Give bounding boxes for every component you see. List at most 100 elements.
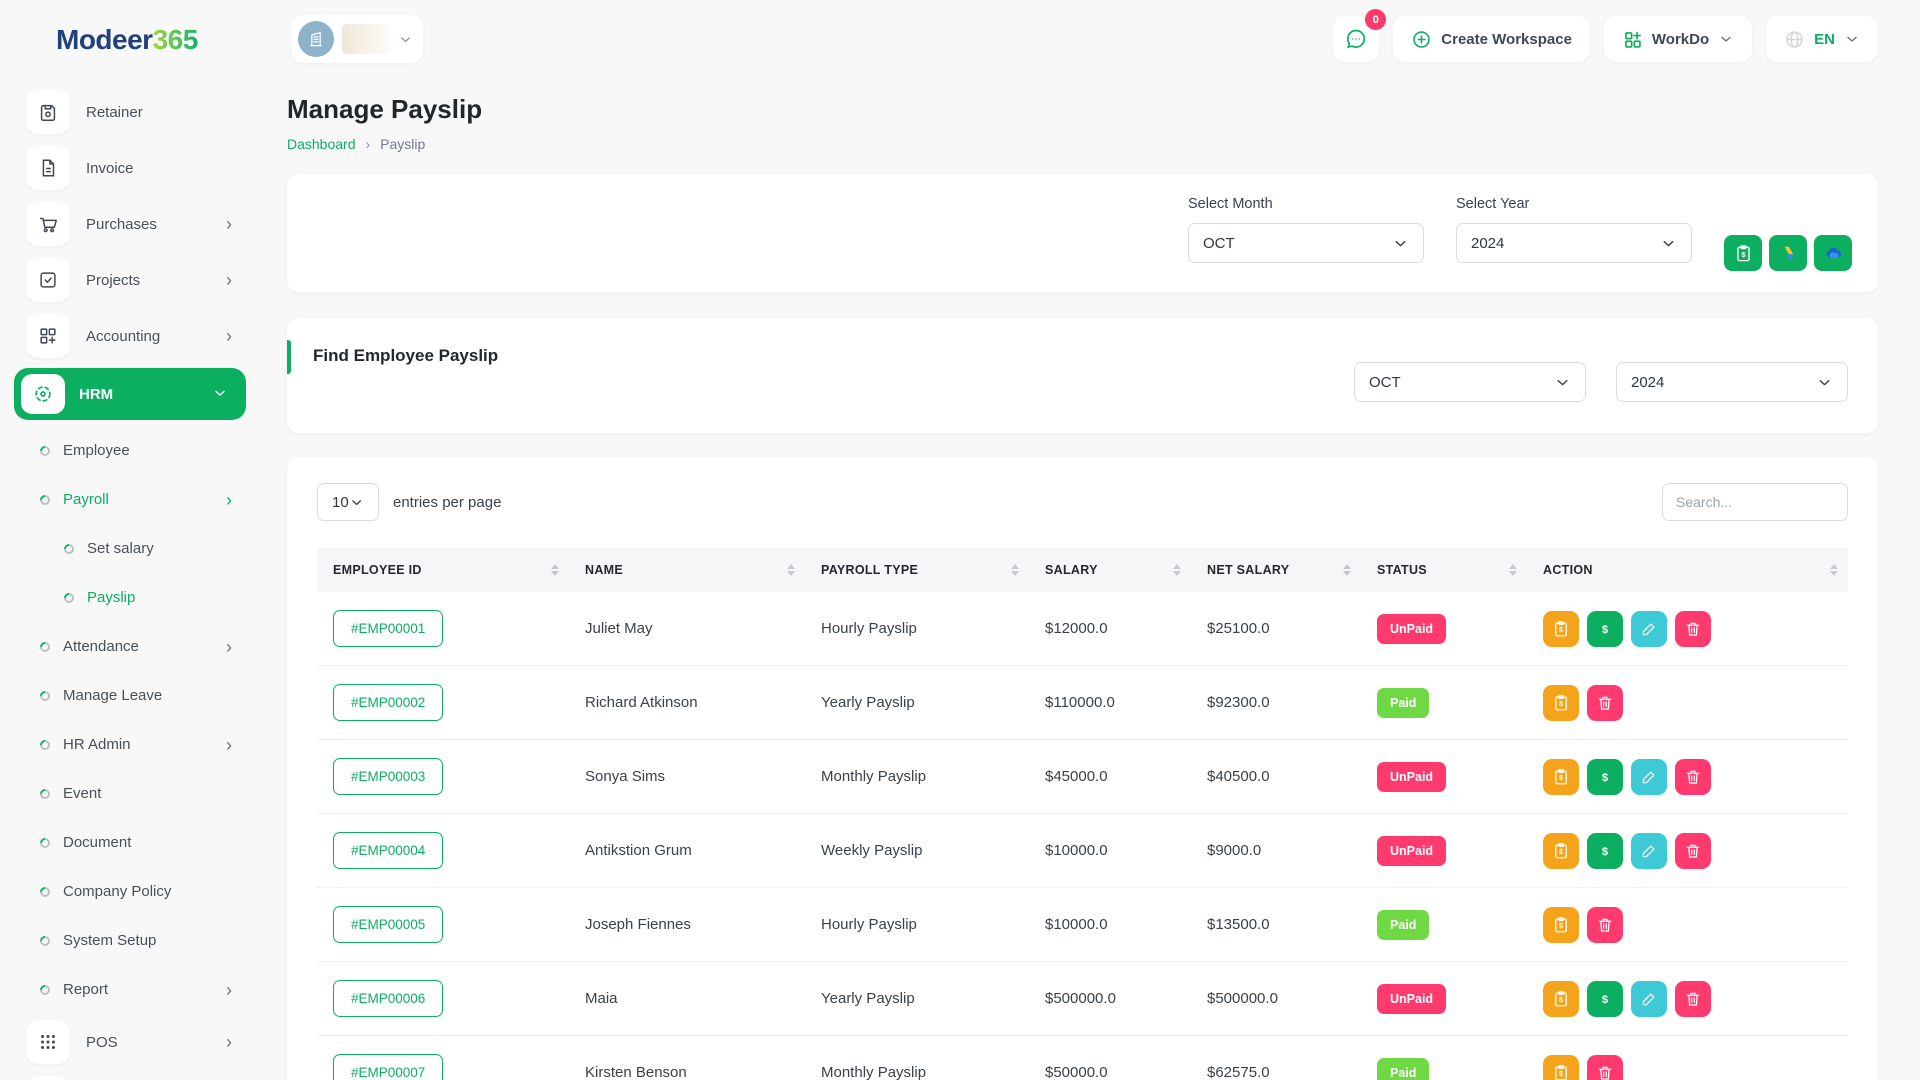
sidebar-item-label: Invoice [86, 160, 236, 177]
entries-per-page-select[interactable]: 10 [317, 483, 379, 521]
select-month-group: Select Month OCT [1188, 196, 1424, 263]
column-header-action[interactable]: ACTION [1527, 548, 1848, 592]
chevron-right-icon: › [226, 981, 236, 999]
payment-button[interactable] [1587, 759, 1623, 795]
employee-id-button[interactable]: #EMP00006 [333, 980, 443, 1017]
sidebar-item-event[interactable]: Event [14, 769, 246, 818]
find-year-value: 2024 [1631, 374, 1664, 391]
payment-button[interactable] [1587, 981, 1623, 1017]
delete-button[interactable] [1675, 759, 1711, 795]
search-input[interactable] [1662, 483, 1848, 521]
onedrive-export-button[interactable] [1814, 235, 1852, 271]
sidebar-item-projects[interactable]: Projects › [14, 252, 246, 308]
employee-id-button[interactable]: #EMP00004 [333, 832, 443, 869]
column-header-payroll-type[interactable]: PAYROLL TYPE [805, 548, 1029, 592]
sidebar-item-company-policy[interactable]: Company Policy [14, 867, 246, 916]
column-header-status[interactable]: STATUS [1361, 548, 1527, 592]
payslip-button[interactable] [1543, 685, 1579, 721]
column-header-employee-id[interactable]: EMPLOYEE ID [317, 548, 569, 592]
payslip-button[interactable] [1543, 833, 1579, 869]
payslip-button[interactable] [1543, 611, 1579, 647]
payslip-clipboard-icon [1552, 620, 1570, 638]
status-badge: UnPaid [1377, 984, 1446, 1014]
employee-id-button[interactable]: #EMP00003 [333, 758, 443, 795]
sidebar-item-purchases[interactable]: Purchases › [14, 196, 246, 252]
pencil-icon [1640, 620, 1658, 638]
employee-id-button[interactable]: #EMP00005 [333, 906, 443, 943]
sidebar-item-document[interactable]: Document [14, 818, 246, 867]
find-year-select[interactable]: 2024 [1616, 362, 1848, 402]
sidebar-item-accounting[interactable]: Accounting › [14, 308, 246, 364]
find-month-select[interactable]: OCT [1354, 362, 1586, 402]
workspace-selector[interactable] [291, 15, 423, 63]
sidebar-item-hr-admin[interactable]: HR Admin › [14, 720, 246, 769]
sidebar-item-attendance[interactable]: Attendance › [14, 622, 246, 671]
employee-name: Maia [569, 962, 805, 1036]
sidebar-item-hrm[interactable]: HRM [14, 368, 246, 420]
delete-button[interactable] [1587, 685, 1623, 721]
chevron-right-icon: › [226, 491, 236, 509]
sidebar-item-invoice[interactable]: Invoice [14, 140, 246, 196]
overlap-squares-icon [26, 1076, 70, 1080]
trash-icon [1596, 694, 1614, 712]
table-row: #EMP00007 Kirsten Benson Monthly Payslip… [317, 1036, 1848, 1080]
edit-button[interactable] [1631, 759, 1667, 795]
sidebar-item-label: Accounting [86, 328, 210, 345]
employee-id-button[interactable]: #EMP00002 [333, 684, 443, 721]
payslip-button[interactable] [1543, 981, 1579, 1017]
entries-value: 10 [332, 494, 349, 511]
year-select[interactable]: 2024 [1456, 223, 1692, 263]
delete-button[interactable] [1587, 1055, 1623, 1080]
salary: $500000.0 [1029, 962, 1191, 1036]
payslip-button[interactable] [1543, 759, 1579, 795]
sidebar-item-crm[interactable]: CRM › [14, 1070, 246, 1080]
table-row: #EMP00006 Maia Yearly Payslip $500000.0 … [317, 962, 1848, 1036]
sidebar-item-manage-leave[interactable]: Manage Leave [14, 671, 246, 720]
employee-id-button[interactable]: #EMP00007 [333, 1054, 443, 1080]
bullet-icon [62, 541, 76, 555]
column-header-net-salary[interactable]: NET SALARY [1191, 548, 1361, 592]
google-drive-export-button[interactable] [1769, 235, 1807, 271]
delete-button[interactable] [1675, 611, 1711, 647]
chevron-down-icon [212, 385, 232, 404]
create-workspace-button[interactable]: Create Workspace [1393, 16, 1590, 62]
column-header-salary[interactable]: SALARY [1029, 548, 1191, 592]
table-row: #EMP00005 Joseph Fiennes Hourly Payslip … [317, 888, 1848, 962]
sidebar-item-payroll[interactable]: Payroll › [14, 475, 246, 524]
sidebar-item-report[interactable]: Report › [14, 965, 246, 1014]
payslip-button[interactable] [1543, 1055, 1579, 1080]
month-select[interactable]: OCT [1188, 223, 1424, 263]
sidebar-item-set-salary[interactable]: Set salary [14, 524, 246, 573]
payslip-button[interactable] [1543, 907, 1579, 943]
delete-button[interactable] [1587, 907, 1623, 943]
sidebar-nav: Retainer Invoice Purchases › Projects › … [0, 84, 280, 1080]
messages-button[interactable]: 0 [1333, 16, 1379, 62]
edit-button[interactable] [1631, 611, 1667, 647]
sidebar-item-system-setup[interactable]: System Setup [14, 916, 246, 965]
chat-bubble-icon [1344, 27, 1368, 51]
app-root: Modeer365 Retainer Invoice Purchases › P… [0, 0, 1920, 1080]
payslip-clipboard-icon [1552, 694, 1570, 712]
column-header-name[interactable]: NAME [569, 548, 805, 592]
bulk-payment-button[interactable] [1724, 235, 1762, 271]
language-button[interactable]: EN [1766, 16, 1878, 62]
workdo-menu-button[interactable]: WorkDo [1604, 16, 1752, 62]
status-badge: UnPaid [1377, 762, 1446, 792]
delete-button[interactable] [1675, 981, 1711, 1017]
sidebar-item-retainer[interactable]: Retainer [14, 84, 246, 140]
sidebar-item-employee[interactable]: Employee [14, 426, 246, 475]
employee-id-button[interactable]: #EMP00001 [333, 610, 443, 647]
year-select-value: 2024 [1471, 235, 1504, 252]
edit-button[interactable] [1631, 833, 1667, 869]
sidebar-item-payslip[interactable]: Payslip [14, 573, 246, 622]
delete-button[interactable] [1675, 833, 1711, 869]
payment-button[interactable] [1587, 833, 1623, 869]
employee-name: Richard Atkinson [569, 666, 805, 740]
bullet-icon [38, 982, 52, 996]
status-badge: Paid [1377, 910, 1429, 940]
sidebar-item-label: HRM [79, 386, 198, 403]
edit-button[interactable] [1631, 981, 1667, 1017]
sidebar-item-pos[interactable]: POS › [14, 1014, 246, 1070]
breadcrumb-dashboard-link[interactable]: Dashboard [287, 136, 356, 152]
payment-button[interactable] [1587, 611, 1623, 647]
